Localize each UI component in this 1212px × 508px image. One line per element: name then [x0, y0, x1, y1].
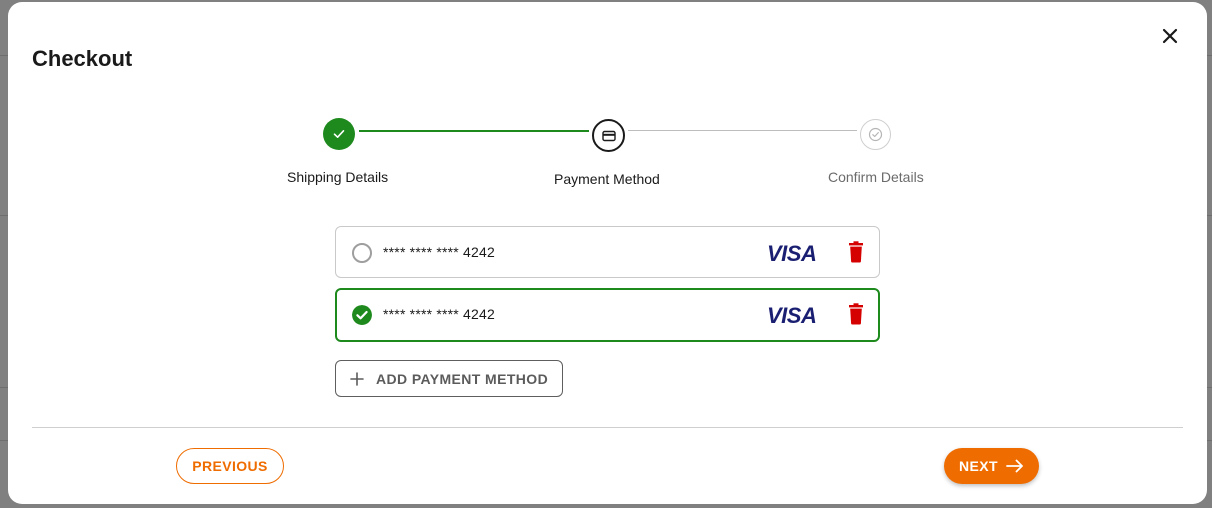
step-label-confirm: Confirm Details	[828, 169, 924, 185]
stepper-connector-completed	[359, 130, 589, 132]
credit-card-icon	[601, 130, 616, 141]
modal-title: Checkout	[32, 46, 133, 71]
step-label-shipping: Shipping Details	[287, 169, 389, 185]
radio-unselected[interactable]	[352, 243, 372, 263]
close-button[interactable]	[1158, 24, 1182, 48]
visa-logo: VISA	[767, 303, 817, 328]
step-shipping-details	[323, 118, 355, 150]
footer-divider	[32, 427, 1183, 428]
check-icon	[333, 130, 345, 138]
step-payment-method	[592, 119, 625, 152]
card-number: **** **** **** 4242	[383, 306, 495, 322]
next-button[interactable]: NEXT	[944, 448, 1039, 484]
check-circle-icon	[868, 127, 883, 142]
payment-method-card[interactable]: **** **** **** 4242 VISA	[335, 226, 880, 278]
stepper-connector-pending	[628, 130, 857, 131]
arrow-right-icon	[1006, 459, 1023, 473]
close-icon	[1162, 28, 1178, 44]
card-number: **** **** **** 4242	[383, 244, 495, 260]
checkout-modal: Checkout Shipping Details Payment Method…	[8, 2, 1207, 504]
previous-button[interactable]: PREVIOUS	[176, 448, 284, 484]
step-label-payment: Payment Method	[554, 171, 660, 187]
add-payment-method-button[interactable]: ADD PAYMENT METHOD	[335, 360, 563, 397]
plus-icon	[350, 371, 364, 386]
trash-icon[interactable]	[847, 303, 865, 325]
trash-icon[interactable]	[847, 241, 865, 263]
visa-logo: VISA	[767, 241, 817, 266]
check-circle-filled-icon[interactable]	[352, 305, 372, 325]
previous-button-label: PREVIOUS	[192, 458, 268, 474]
next-button-label: NEXT	[959, 458, 998, 474]
step-confirm-details	[860, 119, 891, 150]
payment-method-card-selected[interactable]: **** **** **** 4242 VISA	[335, 288, 880, 342]
add-payment-method-label: ADD PAYMENT METHOD	[376, 370, 549, 387]
